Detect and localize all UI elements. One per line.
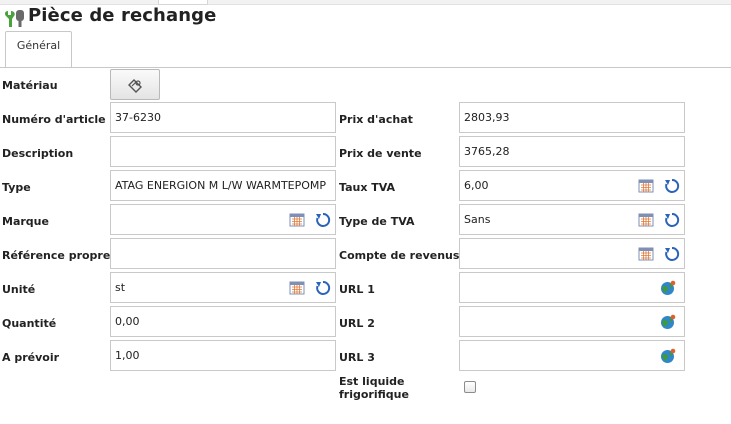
taux-tva-field[interactable]: 6,00 xyxy=(459,170,685,201)
label-reference: Référence propre xyxy=(2,249,111,262)
taux-tva-value: 6,00 xyxy=(464,179,489,192)
label-url2: URL 2 xyxy=(339,317,375,330)
marque-field[interactable] xyxy=(110,204,336,235)
label-prix-achat: Prix d'achat xyxy=(339,113,413,126)
compte-revenus-field[interactable] xyxy=(459,238,685,269)
calendar-icon[interactable] xyxy=(638,212,654,228)
label-description: Description xyxy=(2,147,74,160)
globe-icon[interactable] xyxy=(660,348,676,364)
numero-value: 37-6230 xyxy=(115,111,161,124)
label-liquide: Est liquide frigorifique xyxy=(339,375,409,401)
liquide-checkbox[interactable] xyxy=(464,381,476,393)
globe-icon[interactable] xyxy=(660,280,676,296)
tab-general-label: Général xyxy=(16,39,61,52)
label-materiau: Matériau xyxy=(2,79,58,92)
spare-part-icon xyxy=(4,10,24,27)
type-field[interactable]: ATAG ENERGION M L/W WARMTEPOMP xyxy=(110,170,336,201)
type-tva-value: Sans xyxy=(464,213,491,226)
material-icon xyxy=(128,79,142,93)
refresh-icon[interactable] xyxy=(315,280,331,296)
aprevoir-value: 1,00 xyxy=(115,349,140,362)
refresh-icon[interactable] xyxy=(664,246,680,262)
label-marque: Marque xyxy=(2,215,49,228)
label-taux-tva: Taux TVA xyxy=(339,181,396,194)
label-type: Type xyxy=(2,181,31,194)
calendar-icon[interactable] xyxy=(289,280,305,296)
tab-general[interactable]: Général xyxy=(5,31,72,68)
label-prix-vente: Prix de vente xyxy=(339,147,422,160)
label-url1: URL 1 xyxy=(339,283,375,296)
unite-value: st xyxy=(115,281,126,294)
label-url3: URL 3 xyxy=(339,351,375,364)
description-field[interactable] xyxy=(110,136,336,167)
url1-field[interactable] xyxy=(459,272,685,303)
material-button[interactable] xyxy=(110,69,160,100)
tab-divider xyxy=(0,67,731,68)
type-tva-field[interactable]: Sans xyxy=(459,204,685,235)
refresh-icon[interactable] xyxy=(664,178,680,194)
aprevoir-field[interactable]: 1,00 xyxy=(110,340,336,371)
prix-achat-field[interactable]: 2803,93 xyxy=(459,102,685,133)
url3-field[interactable] xyxy=(459,340,685,371)
label-aprevoir: A prévoir xyxy=(2,351,60,364)
prix-achat-value: 2803,93 xyxy=(464,111,510,124)
refresh-icon[interactable] xyxy=(664,212,680,228)
numero-field[interactable]: 37-6230 xyxy=(110,102,336,133)
prix-vente-field[interactable]: 3765,28 xyxy=(459,136,685,167)
reference-field[interactable] xyxy=(110,238,336,269)
type-value: ATAG ENERGION M L/W WARMTEPOMP xyxy=(115,179,327,192)
quantite-value: 0,00 xyxy=(115,315,140,328)
url2-field[interactable] xyxy=(459,306,685,337)
prix-vente-value: 3765,28 xyxy=(464,145,510,158)
unite-field[interactable]: st xyxy=(110,272,336,303)
label-numero: Numéro d'article xyxy=(2,113,106,126)
page-title: Pièce de rechange xyxy=(28,5,217,26)
calendar-icon[interactable] xyxy=(638,178,654,194)
calendar-icon[interactable] xyxy=(289,212,305,228)
refresh-icon[interactable] xyxy=(315,212,331,228)
label-unite: Unité xyxy=(2,283,36,296)
quantite-field[interactable]: 0,00 xyxy=(110,306,336,337)
calendar-icon[interactable] xyxy=(638,246,654,262)
label-quantite: Quantité xyxy=(2,317,57,330)
globe-icon[interactable] xyxy=(660,314,676,330)
label-type-tva: Type de TVA xyxy=(339,215,415,228)
label-compte-revenus: Compte de revenus xyxy=(339,249,460,262)
